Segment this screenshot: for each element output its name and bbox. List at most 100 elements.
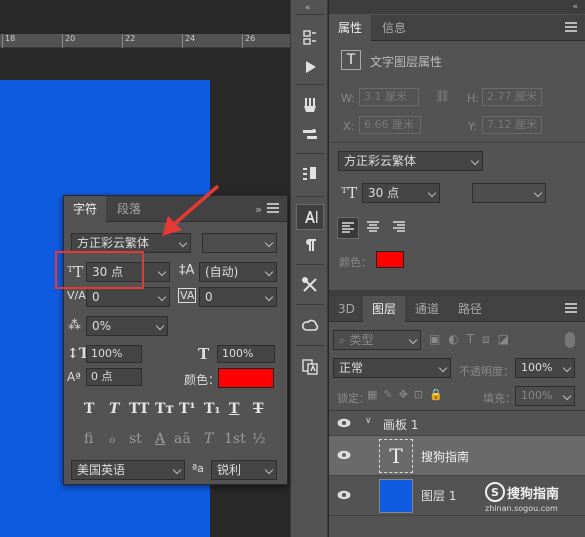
layer-row-artboard[interactable]: ∨ 画板 1 <box>329 410 585 436</box>
tab-layers[interactable]: 图层 <box>363 296 406 322</box>
tab-properties[interactable]: 属性 <box>329 15 372 41</box>
collapse-icon[interactable]: « <box>572 2 577 12</box>
ruler-tick: 20 <box>62 34 75 48</box>
swash-button[interactable]: A <box>155 431 165 447</box>
language-select[interactable]: 美国英语 <box>71 460 185 480</box>
strikethrough-button[interactable]: T <box>253 401 263 417</box>
glyphs-icon[interactable] <box>296 354 324 380</box>
discretionary-ligatures-button[interactable]: st <box>129 431 142 447</box>
faux-italic-button[interactable]: T <box>109 401 119 417</box>
ordinals-button[interactable]: 1st <box>224 431 246 447</box>
properties-header: 文字图层属性 <box>370 55 443 69</box>
text-color-swatch[interactable] <box>218 368 274 388</box>
font-style-select[interactable] <box>472 183 546 203</box>
horizontal-scale-icon: T <box>198 345 210 363</box>
tab-character[interactable]: 字符 <box>64 196 107 222</box>
horizontal-scale-field[interactable]: 100% <box>217 345 275 363</box>
x-field[interactable]: 6.66 厘米 <box>359 116 421 134</box>
leading-select[interactable]: (自动) <box>199 262 277 282</box>
antialias-select[interactable]: 锐利 <box>211 460 277 480</box>
filter-icons[interactable]: ▣◐T⧈◪ <box>429 332 517 347</box>
filter-label: 类型 <box>349 333 374 347</box>
lock-icons[interactable]: ▦✎✥⊡🔒 <box>367 388 449 401</box>
clone-source-icon[interactable] <box>296 122 324 148</box>
kerning-icon: V/A <box>67 289 86 302</box>
chevron-down-icon[interactable]: ∨ <box>365 416 372 426</box>
stylistic-alternates-button[interactable]: aā <box>174 431 191 447</box>
eye-icon[interactable] <box>337 490 351 500</box>
highlight-box <box>55 251 144 289</box>
eye-icon[interactable] <box>337 418 351 428</box>
tab-info[interactable]: 信息 <box>373 15 415 41</box>
opacity-value: 100% <box>521 361 553 374</box>
text-color-swatch[interactable] <box>376 251 404 268</box>
annotation-arrow <box>162 184 220 236</box>
align-left-icon[interactable] <box>337 217 359 239</box>
panel-menu-icon[interactable] <box>565 303 577 313</box>
underline-button[interactable]: T <box>229 401 239 417</box>
baseline-shift-field[interactable]: 0 点 <box>86 368 142 386</box>
collapse-icon[interactable]: » <box>255 203 262 216</box>
paragraph-panel-icon[interactable] <box>296 232 324 258</box>
all-caps-button[interactable]: TT <box>129 401 149 417</box>
history-icon[interactable] <box>296 25 324 51</box>
ligatures-button[interactable]: fi <box>84 431 93 447</box>
subscript-button[interactable]: T₁ <box>204 401 221 417</box>
tracking-icon: VA <box>178 288 197 303</box>
x-label: X: <box>343 120 355 133</box>
tool-presets-icon[interactable] <box>296 161 324 187</box>
y-field[interactable]: 7.12 厘米 <box>482 116 542 134</box>
kerning-select[interactable]: 0 <box>86 287 170 307</box>
alternates-button[interactable]: ℴ <box>109 431 115 447</box>
layer-thumbnail <box>379 479 413 513</box>
superscript-button[interactable]: T¹ <box>179 401 196 417</box>
width-field[interactable]: 3.1 厘米 <box>359 88 419 106</box>
fill-field[interactable]: 100% <box>515 386 575 406</box>
language-value: 美国英语 <box>77 463 126 477</box>
tab-3d[interactable]: 3D <box>329 296 364 322</box>
ruler-tick: 26 <box>242 34 255 48</box>
tab-paths[interactable]: 路径 <box>449 296 491 322</box>
layer-row-text[interactable]: T 搜狗指南 <box>329 436 585 476</box>
text-layer-icon: T <box>341 50 361 70</box>
eye-icon[interactable] <box>337 450 351 460</box>
kerning-value: 0 <box>92 290 100 304</box>
align-right-icon[interactable] <box>389 217 411 239</box>
tab-channels[interactable]: 通道 <box>406 296 448 322</box>
titling-button[interactable]: T <box>204 431 213 447</box>
blend-mode-select[interactable]: 正常 <box>333 358 451 378</box>
tab-paragraph[interactable]: 段落 <box>108 196 150 222</box>
right-panel-dock: « 属性 信息 T 文字图层属性 W: 3.1 厘米 ⛓ H: 2.77 厘米 … <box>329 0 585 537</box>
small-caps-button[interactable]: Tт <box>155 401 174 417</box>
font-family-select[interactable]: 方正彩云繁体 <box>338 151 483 171</box>
font-size-select[interactable]: 30 点 <box>362 183 440 203</box>
tracking-select[interactable]: 0 <box>199 287 277 307</box>
align-center-icon[interactable] <box>363 217 385 239</box>
layers-tabbar: 3D 图层 通道 路径 <box>329 296 585 322</box>
fractions-button[interactable]: ½ <box>252 431 266 447</box>
character-panel-icon[interactable] <box>296 204 324 230</box>
color-label: 颜色： <box>339 256 372 269</box>
link-icon[interactable]: ⛓ <box>435 89 450 103</box>
tsume-select[interactable]: 0% <box>86 316 168 336</box>
tools-icon[interactable] <box>296 272 324 298</box>
font-family-value: 方正彩云繁体 <box>344 154 417 168</box>
tsume-value: 0% <box>92 319 112 333</box>
layer-filter-select[interactable]: ⌕ 类型 <box>333 330 421 350</box>
faux-bold-button[interactable]: T <box>84 401 94 417</box>
filter-toggle[interactable] <box>565 332 575 348</box>
collapse-icon[interactable]: « <box>305 3 310 13</box>
height-field[interactable]: 2.77 厘米 <box>482 88 542 106</box>
brushes-icon[interactable] <box>296 92 324 118</box>
blend-mode-value: 正常 <box>339 361 364 375</box>
actions-play-icon[interactable] <box>296 54 324 80</box>
font-family-value: 方正彩云繁体 <box>77 236 150 250</box>
ruler-tick: 18 <box>2 34 15 48</box>
horizontal-ruler: 18 20 22 24 26 <box>0 34 290 48</box>
panel-menu-icon[interactable] <box>267 203 279 213</box>
creative-cloud-icon[interactable] <box>296 313 324 339</box>
panel-menu-icon[interactable] <box>565 22 577 32</box>
layer-name: 图层 1 <box>421 489 457 503</box>
opacity-field[interactable]: 100% <box>515 358 575 378</box>
vertical-scale-field[interactable]: 100% <box>86 345 142 363</box>
